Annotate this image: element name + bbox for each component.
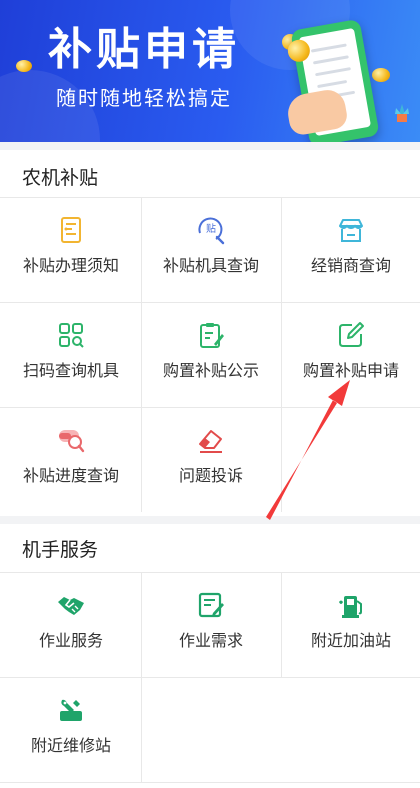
menu-item-label: 作业服务 bbox=[38, 631, 103, 650]
menu-item-label: 补贴进度查询 bbox=[22, 466, 119, 485]
menu-item-label: 经销商查询 bbox=[310, 256, 391, 275]
menu-item-complaint[interactable]: 问题投诉 bbox=[141, 407, 281, 512]
repair-wrench-icon bbox=[60, 699, 82, 721]
menu-item-label: 购置补贴申请 bbox=[302, 361, 399, 380]
promo-banner[interactable]: 补贴申请 随时随地轻松搞定 bbox=[0, 0, 420, 142]
scan-grid-icon bbox=[59, 323, 84, 348]
menu-item-subsidy-publicity[interactable]: 购置补贴公示 bbox=[141, 302, 281, 407]
edit-square-icon bbox=[339, 322, 364, 347]
banner-subtitle: 随时随地轻松搞定 bbox=[56, 86, 232, 110]
complaint-eraser-icon bbox=[199, 430, 222, 453]
coin-icon bbox=[372, 68, 390, 82]
svg-text:贴: 贴 bbox=[206, 222, 216, 235]
menu-item-scan-equipment[interactable]: 扫码查询机具 bbox=[1, 302, 141, 407]
coin-icon bbox=[16, 60, 32, 72]
menu-item-label: 问题投诉 bbox=[178, 466, 243, 485]
menu-item-label: 补贴办理须知 bbox=[22, 256, 119, 275]
menu-item-subsidy-application[interactable]: 购置补贴申请 bbox=[281, 302, 420, 407]
plant-icon bbox=[395, 104, 409, 122]
document-list-icon bbox=[61, 217, 81, 243]
menu-item-operation-demand[interactable]: 作业需求 bbox=[141, 572, 281, 677]
section-title: 机手服务 bbox=[22, 539, 99, 561]
subsidy-search-icon: 贴 bbox=[198, 217, 225, 245]
store-icon bbox=[339, 219, 363, 242]
menu-item-equipment-search[interactable]: 贴 补贴机具查询 bbox=[141, 197, 281, 302]
menu-item-operation-service[interactable]: 作业服务 bbox=[1, 572, 141, 677]
menu-item-label: 附近维修站 bbox=[30, 736, 111, 755]
menu-item-label: 扫码查询机具 bbox=[22, 361, 119, 380]
handshake-icon bbox=[58, 597, 84, 615]
clipboard-edit-icon bbox=[200, 323, 224, 348]
section-title: 农机补贴 bbox=[22, 167, 99, 189]
banner-title: 补贴申请 bbox=[48, 24, 240, 75]
menu-item-label: 购置补贴公示 bbox=[162, 361, 259, 380]
menu-item-label: 附近加油站 bbox=[310, 631, 391, 650]
menu-item-repair-station[interactable]: 附近维修站 bbox=[1, 677, 141, 782]
section-operator-services: 机手服务 作业服务 作业需求 附近加油站 附近维修站 bbox=[0, 524, 420, 788]
menu-item-gas-station[interactable]: 附近加油站 bbox=[281, 572, 420, 677]
menu-item-label: 补贴机具查询 bbox=[162, 256, 259, 275]
section-farm-subsidy: 农机补贴 补贴办理须知 贴 补贴机具查询 经销商查询 扫码查询机具 购置补贴公示… bbox=[0, 150, 420, 516]
request-form-icon bbox=[198, 592, 224, 618]
menu-item-label: 作业需求 bbox=[178, 631, 243, 650]
progress-search-icon bbox=[59, 430, 85, 453]
menu-item-subsidy-guide[interactable]: 补贴办理须知 bbox=[1, 197, 141, 302]
menu-item-progress-search[interactable]: 补贴进度查询 bbox=[1, 407, 141, 512]
menu-item-dealer-search[interactable]: 经销商查询 bbox=[281, 197, 420, 302]
gas-station-icon bbox=[339, 596, 362, 618]
divider bbox=[0, 782, 420, 783]
